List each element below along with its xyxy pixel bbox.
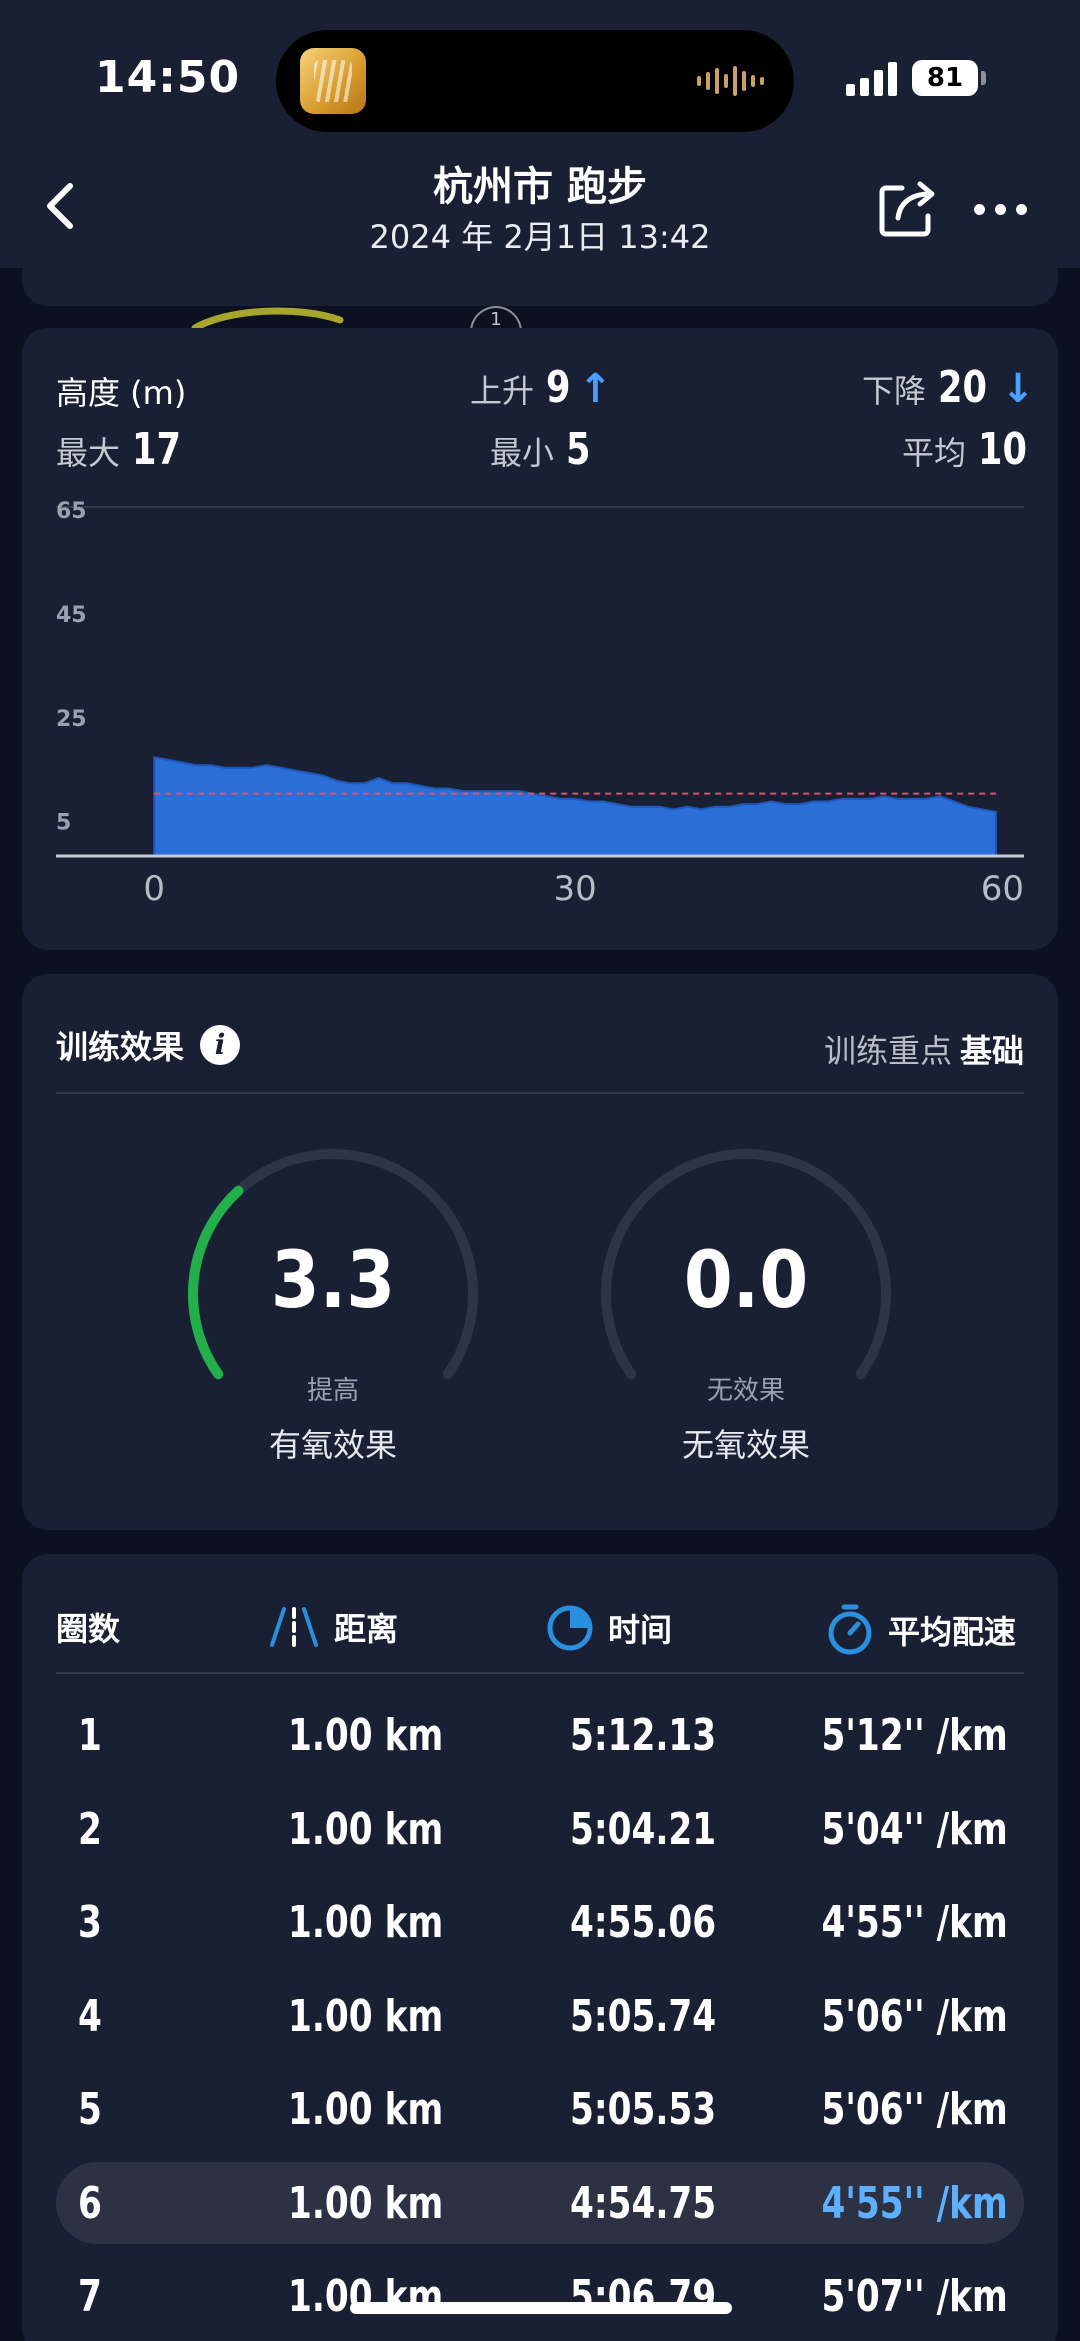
training-effect-card: 训练效果 i 训练重点 基础 3.3 提高 有氧效果 0.0 无效果 无氧效果 (22, 974, 1058, 1530)
laps-header-lap: 圈数 (56, 1610, 121, 1648)
training-title-label: 训练效果 (56, 1028, 185, 1066)
laps-header-time-label: 时间 (608, 1611, 673, 1649)
laps-card: 圈数 距离 时间 平均配速 1 1.00 km 5:12.13 5'12'' /km 2… (22, 1554, 1058, 2341)
lap-time: 5:04.21 (570, 1803, 717, 1855)
training-focus-value: 基础 (959, 1032, 1024, 1070)
lap-distance: 1.00 km (288, 1990, 444, 2042)
lap-number: 6 (78, 2177, 102, 2229)
training-focus: 训练重点 基础 (824, 1026, 1024, 1072)
clock-icon (547, 1605, 593, 1651)
aerobic-status: 提高 (306, 1376, 359, 1406)
lap-pace: 5'12'' /km (821, 1710, 1008, 1761)
training-divider (56, 1092, 1024, 1094)
lap-number: 4 (78, 1990, 102, 2042)
x-tick-label: 0 (143, 869, 165, 909)
lap-time: 4:54.75 (570, 2177, 717, 2229)
lap-time: 5:05.53 (570, 2084, 717, 2135)
lap-number: 7 (78, 2271, 102, 2322)
dynamic-island[interactable] (276, 30, 794, 132)
lap-row[interactable]: 1 1.00 km 5:12.13 5'12'' /km (56, 1694, 1024, 1776)
lap-row[interactable]: 6 1.00 km 4:54.75 4'55'' /km (56, 2161, 1024, 2244)
lap-distance: 1.00 km (288, 1897, 444, 1948)
laps-header-pace: 平均配速 (826, 1604, 1016, 1656)
lap-pace: 5'07'' /km (821, 2271, 1008, 2322)
lap-distance: 1.00 km (288, 2271, 444, 2322)
lap-row[interactable]: 3 1.00 km 4:55.06 4'55'' /km (56, 1881, 1024, 1963)
route-map-peek (191, 307, 344, 328)
lap-row[interactable]: 5 1.00 km 5:05.53 5'06'' /km (56, 2068, 1024, 2150)
y-tick-label: 25 (56, 707, 87, 732)
laps-header-time: 时间 (546, 1604, 672, 1652)
lap-distance: 1.00 km (288, 1803, 444, 1855)
status-time: 14:50 (95, 52, 241, 103)
lap-number: 5 (78, 2084, 102, 2135)
lap-time: 4:55.06 (570, 1897, 717, 1948)
training-title: 训练效果 i (56, 1022, 241, 1068)
altitude-chart: 65 45 25 5 0 30 60 (56, 499, 1024, 909)
aerobic-value: 3.3 (270, 1236, 396, 1326)
lap-pace: 5'04'' /km (821, 1803, 1008, 1855)
anaerobic-status: 无效果 (706, 1376, 785, 1406)
lap-row[interactable]: 4 1.00 km 5:05.74 5'06'' /km (56, 1975, 1024, 2057)
lap-row[interactable]: 2 1.00 km 5:04.21 5'04'' /km (56, 1788, 1024, 1870)
y-tick-label: 65 (56, 499, 87, 524)
laps-header-distance-label: 距离 (334, 1610, 399, 1648)
road-icon (270, 1607, 318, 1647)
lap-pace: 4'55'' /km (821, 1897, 1008, 1948)
x-tick-label: 30 (553, 869, 596, 909)
lap-distance: 1.00 km (288, 2084, 444, 2135)
lap-pace: 5'06'' /km (821, 2084, 1008, 2135)
anaerobic-label: 无氧效果 (681, 1426, 810, 1464)
aerobic-gauge: 3.3 提高 有氧效果 (183, 1144, 483, 1474)
lap-pace: 4'55'' /km (821, 2177, 1008, 2229)
lap-number: 3 (78, 1897, 102, 1948)
share-icon[interactable] (876, 178, 938, 240)
training-focus-label: 训练重点 (823, 1032, 952, 1070)
y-tick-label: 45 (56, 603, 87, 628)
altitude-card: 高度 (m) 上升 9 ↑ 下降 20 ↓ 最大 17 最小 5 平均 10 6… (22, 328, 1058, 950)
lap-time: 5:05.74 (570, 1990, 717, 2042)
laps-header-pace-label: 平均配速 (888, 1613, 1017, 1651)
anaerobic-value: 0.0 (683, 1236, 809, 1326)
nav-header: 杭州市 跑步 2024 年 2月1日 13:42 (0, 150, 1080, 268)
cellular-signal-icon (846, 60, 897, 96)
y-tick-label: 5 (56, 811, 71, 836)
lap-row[interactable]: 7 1.00 km 5:06.79 5'07'' /km (56, 2255, 1024, 2337)
battery-icon: 81 (912, 60, 986, 96)
lap-number: 1 (78, 1710, 102, 1761)
now-playing-app-icon (300, 48, 366, 114)
lap-pace: 5'06'' /km (821, 1990, 1008, 2042)
altitude-area (153, 756, 997, 857)
anaerobic-gauge: 0.0 无效果 无氧效果 (596, 1144, 896, 1474)
info-icon[interactable]: i (200, 1025, 241, 1065)
map-card-edge (22, 268, 1058, 306)
lap-time: 5:06.79 (570, 2271, 717, 2322)
stopwatch-icon (828, 1604, 872, 1655)
status-bar: 14:50 81 (0, 0, 1080, 150)
audio-wave-icon (697, 64, 764, 98)
home-indicator[interactable] (350, 2302, 732, 2314)
lap-distance: 1.00 km (288, 2177, 444, 2229)
x-tick-label: 60 (981, 869, 1024, 909)
lap-time: 5:12.13 (570, 1710, 717, 1761)
lap-distance: 1.00 km (288, 1710, 444, 1761)
lap-number: 2 (78, 1803, 102, 1855)
laps-header-distance: 距离 (268, 1604, 398, 1650)
more-options-icon[interactable] (974, 194, 1034, 224)
aerobic-label: 有氧效果 (268, 1426, 397, 1464)
laps-divider (56, 1672, 1024, 1674)
